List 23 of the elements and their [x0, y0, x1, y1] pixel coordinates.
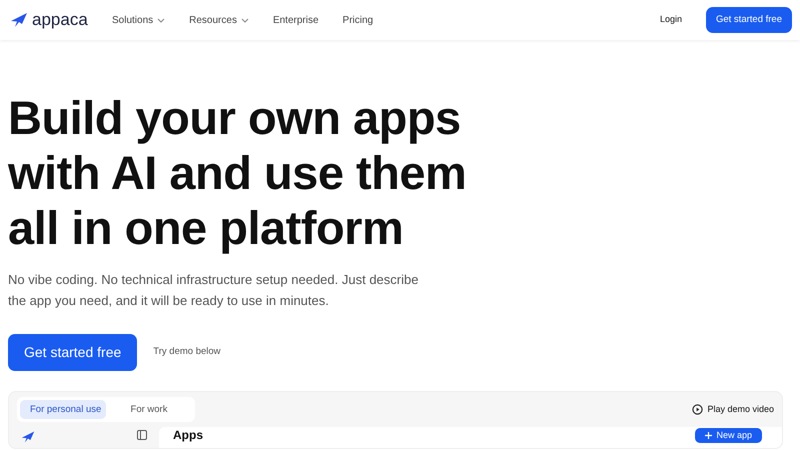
demo-tab[interactable]: For work [106, 400, 192, 420]
get-started-button[interactable]: Get started free [706, 6, 792, 34]
nav-link[interactable]: Solutions [112, 12, 166, 28]
try-demo-text: Try demo below [153, 345, 221, 360]
caret-icon [240, 18, 249, 22]
play-icon [692, 404, 704, 416]
nav-link[interactable]: Enterprise [272, 12, 319, 28]
plus-icon [705, 432, 712, 440]
demo-tab[interactable]: For personal use [20, 400, 106, 420]
apps-heading: Apps [173, 428, 203, 443]
nav-link[interactable]: Resources [189, 12, 249, 28]
login-link[interactable]: Login [660, 13, 682, 27]
brand-name[interactable]: appaca [32, 7, 88, 33]
hero-subtitle: No vibe coding. No technical infrastructure setup needed. Just describe the app you need, and it will be ready to use in minutes. [8, 271, 420, 310]
hero-title: Build your own apps with AI and use them all in one platform [8, 90, 468, 255]
logo-icon [21, 430, 35, 444]
get-started-button[interactable]: Get started free [8, 334, 138, 371]
new-app-button[interactable]: New app [695, 428, 762, 444]
logo-icon [10, 12, 28, 28]
sidebar-toggle-icon[interactable] [137, 430, 147, 440]
play-demo-link[interactable]: Play demo video [707, 402, 774, 416]
nav-link[interactable]: Pricing [342, 12, 374, 28]
caret-icon [157, 18, 166, 22]
